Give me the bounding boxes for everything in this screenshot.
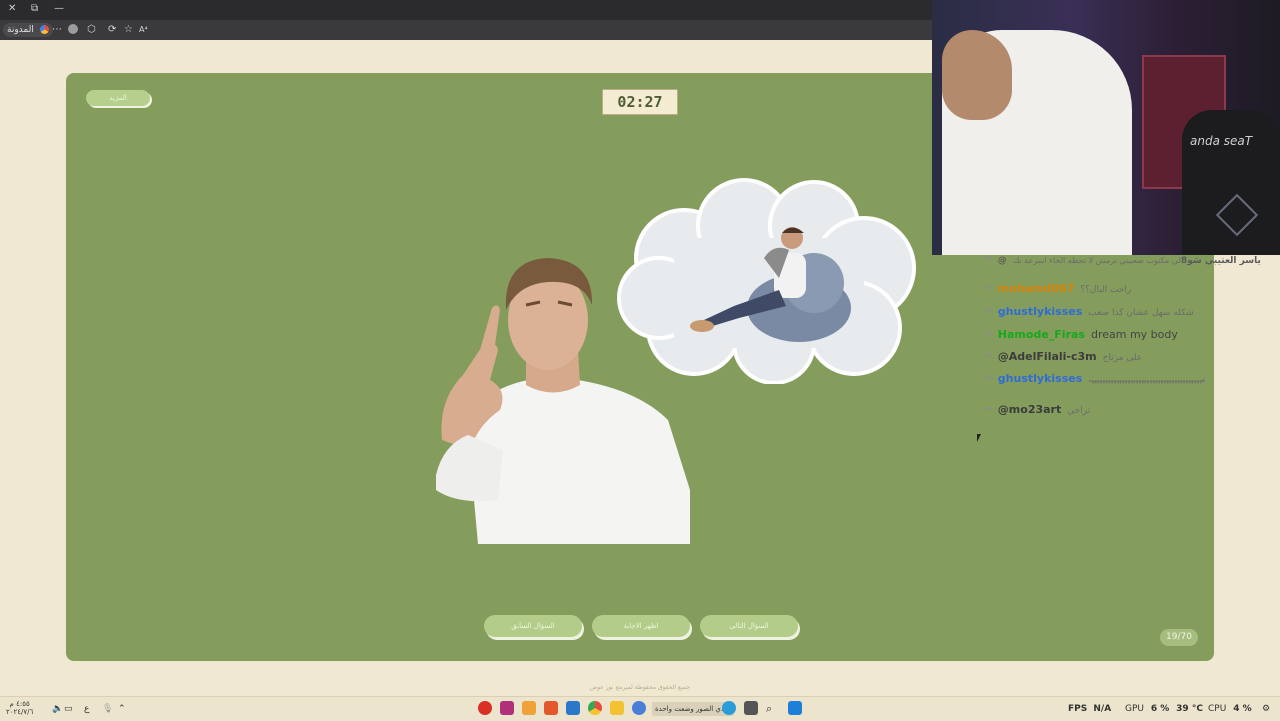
stream-app-icon[interactable]: [500, 701, 514, 715]
close-window-icon[interactable]: ✕: [8, 3, 16, 14]
refresh-icon[interactable]: ⟳: [108, 23, 116, 37]
mouse-cursor-icon: [977, 434, 981, 442]
search-icon[interactable]: ⌕: [766, 701, 772, 717]
cpu-value: 4 %: [1233, 704, 1252, 714]
clock[interactable]: ٤:٥٥ م ٢٠٢٤/٧/٦: [6, 700, 33, 716]
chat-message: PM ghustlykisses ههههههههههههههههههههههههه…: [984, 372, 1206, 385]
next-question-button[interactable]: السؤال التالي: [700, 615, 798, 637]
cpu-readout: CPU 4 %: [1208, 701, 1252, 717]
maximize-window-icon[interactable]: ⧉: [31, 3, 38, 14]
chat-message: PM @mo23art تراخي: [984, 403, 1091, 416]
edge-app-icon[interactable]: [632, 701, 646, 715]
fps-label: FPS: [1068, 704, 1088, 714]
gpu-value: 6 %: [1150, 704, 1170, 714]
chat-message: PM ghustlykisses شكله سهل عشان كذا صعب: [984, 305, 1194, 318]
gpu-temp: 39 °C: [1176, 704, 1203, 714]
webcam-overlay: anda seaT: [932, 0, 1280, 255]
gpu-label: GPU: [1125, 704, 1144, 714]
clock-time: ٤:٥٥ م: [9, 700, 30, 708]
read-aloud-icon[interactable]: A⁴: [139, 23, 148, 37]
file-explorer-icon[interactable]: [610, 701, 624, 715]
task-view-icon[interactable]: [744, 701, 758, 715]
question-counter: 19/70: [1160, 629, 1198, 646]
network-icon[interactable]: ▭: [64, 701, 73, 717]
taskbar: ٤:٥٥ م ٢٠٢٤/٧/٦ 🔈 ▭ ع 🎙 ⌃ تحدي الصور وضع…: [0, 696, 1280, 721]
browser-logo-icon: [39, 25, 49, 34]
countdown-timer: 02:27: [602, 89, 678, 115]
thought-cloud-image: [617, 178, 916, 384]
settings-icon[interactable]: ⚙: [1262, 701, 1270, 717]
microphone-icon[interactable]: 🎙: [102, 701, 113, 717]
extension-icon[interactable]: ⬡: [87, 23, 96, 37]
favorite-icon[interactable]: ☆: [124, 23, 133, 37]
volume-icon[interactable]: 🔈: [52, 701, 63, 717]
profile-icon[interactable]: [68, 24, 78, 34]
chrome-app-icon[interactable]: [588, 701, 602, 715]
more-icon[interactable]: ⋯: [52, 23, 62, 37]
tab-label: المدونة: [7, 25, 34, 35]
more-button[interactable]: المزيد: [86, 90, 150, 106]
chat-message: PM @AdelFilali-c3m على مرتاح: [984, 350, 1143, 363]
browser-app-icon[interactable]: [722, 701, 736, 715]
fps-readout: FPS N/A: [1068, 701, 1111, 717]
language-indicator[interactable]: ع: [84, 701, 89, 717]
footer-credit: جميع الحقوق محفوظة لمبرمج نور عوض: [589, 684, 691, 691]
cpu-label: CPU: [1208, 704, 1227, 714]
browser-tab[interactable]: المدونة: [3, 23, 53, 37]
gpu-readout: GPU 6 % 39 °C: [1125, 701, 1203, 717]
previous-question-button[interactable]: السؤال السابق: [484, 615, 582, 637]
start-button-icon[interactable]: [788, 701, 802, 715]
fps-value: N/A: [1093, 704, 1112, 714]
calendar-app-icon[interactable]: [522, 701, 536, 715]
store-app-icon[interactable]: [566, 701, 580, 715]
brave-app-icon[interactable]: [544, 701, 558, 715]
minimize-window-icon[interactable]: —: [54, 3, 64, 14]
chat-message: PM mohamd067 راحت البال؟؟: [984, 282, 1132, 295]
chat-message: PM Hamode_Firas dream my body: [984, 328, 1178, 341]
chat-message: PM @ياسر العتيبي سَو8لي مكتوب صعبيتي ترمش…: [984, 256, 1261, 266]
show-answer-button[interactable]: اظهر الاجابة: [592, 615, 690, 637]
record-app-icon[interactable]: [478, 701, 492, 715]
chevron-up-icon[interactable]: ⌃: [118, 701, 126, 717]
clock-date: ٢٠٢٤/٧/٦: [6, 708, 34, 716]
